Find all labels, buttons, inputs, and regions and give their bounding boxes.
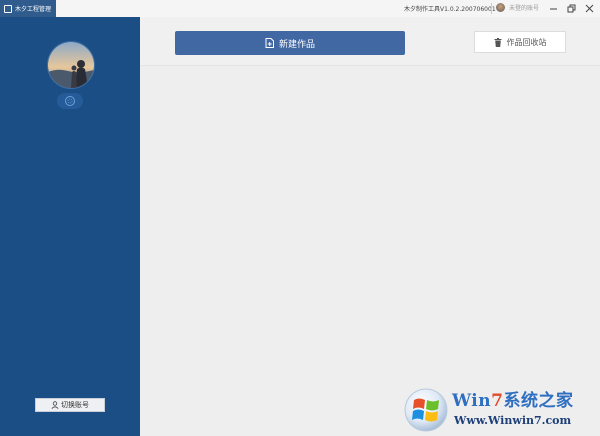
new-work-button[interactable]: 新建作品 <box>175 31 405 55</box>
account-name: 未登的账号 <box>509 5 540 12</box>
switch-account-button[interactable]: 切换账号 <box>35 398 105 412</box>
avatar[interactable] <box>47 41 95 89</box>
watermark-title: Win7系统之家 <box>452 391 574 411</box>
recycle-bin-label: 作品回收站 <box>506 37 547 47</box>
user-icon <box>51 401 59 409</box>
windows-logo-icon <box>404 388 448 432</box>
switch-account-label: 切换账号 <box>61 401 89 409</box>
main-panel: 新建作品 作品回收站 <box>140 17 600 436</box>
new-work-label: 新建作品 <box>278 39 315 50</box>
title-bar: 木夕工程管理 木夕制作工具V1.0.2.200706001 未登的账号 <box>0 0 600 18</box>
app-tab[interactable]: 木夕工程管理 <box>0 0 56 17</box>
vip-badge <box>57 93 83 109</box>
toolbar: 新建作品 作品回收站 <box>140 17 600 66</box>
app-logo-icon <box>4 4 12 13</box>
minimize-icon <box>549 8 557 9</box>
close-icon <box>585 4 593 12</box>
sidebar: 切换账号 <box>0 17 140 436</box>
document-add-icon <box>265 38 274 48</box>
recycle-bin-button[interactable]: 作品回收站 <box>474 31 566 53</box>
close-button[interactable] <box>582 2 596 14</box>
watermark: Win7系统之家 Www.Winwin7.com <box>402 384 600 436</box>
account-indicator[interactable]: 未登的账号 <box>496 3 539 12</box>
maximize-button[interactable] <box>564 2 578 14</box>
minimize-button[interactable] <box>546 2 560 14</box>
avatar-photo <box>48 42 94 88</box>
maximize-icon <box>567 4 575 12</box>
mini-avatar <box>496 3 505 12</box>
divider <box>491 3 492 14</box>
app-name: 木夕工程管理 <box>15 6 52 13</box>
trash-icon <box>494 37 502 47</box>
watermark-url: Www.Winwin7.com <box>454 414 572 427</box>
vip-badge-icon <box>65 96 75 106</box>
version-label: 木夕制作工具V1.0.2.200706001 <box>404 6 496 13</box>
